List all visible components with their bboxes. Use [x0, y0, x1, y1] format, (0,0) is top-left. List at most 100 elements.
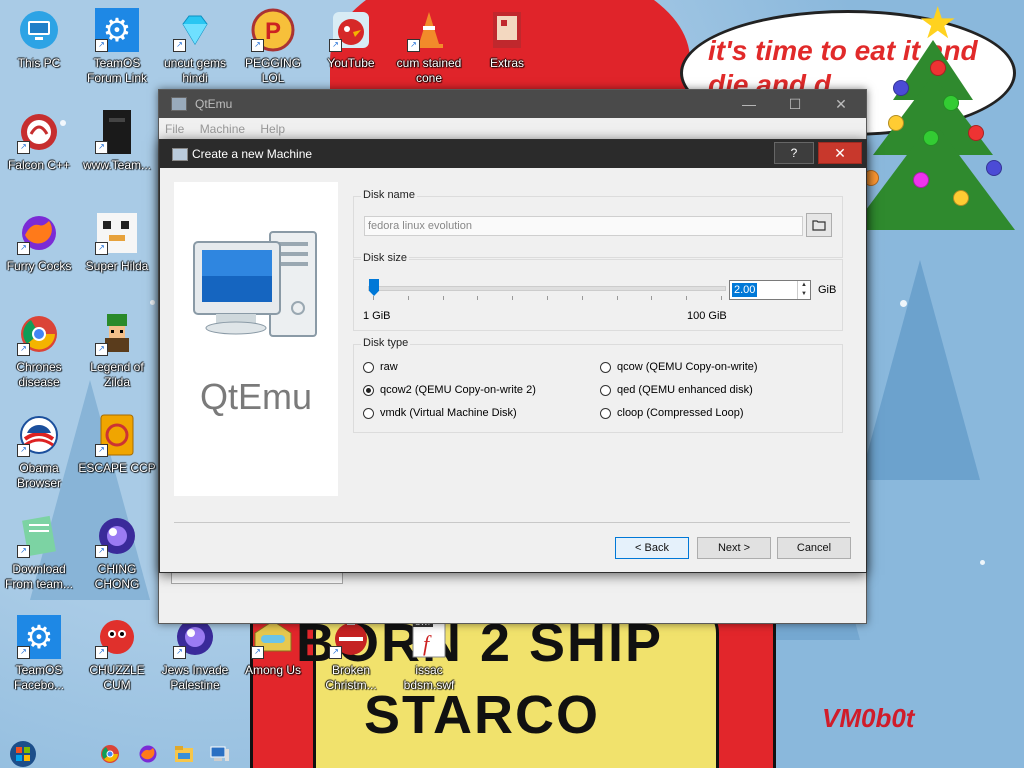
radio-qcow2[interactable]: qcow2 (QEMU Copy-on-write 2)	[363, 384, 536, 396]
chrome-icon: ↗	[17, 312, 61, 356]
desktop-icon-label: issac bdsm.swf	[403, 663, 455, 692]
start-icon	[10, 741, 36, 767]
desktop-icon-label: Falcon C++	[7, 158, 71, 172]
slider-tick	[581, 296, 583, 300]
disk-name-field[interactable]: fedora linux evolution	[364, 216, 803, 236]
disk-size-slider[interactable]	[368, 279, 726, 296]
browse-folder-button[interactable]	[806, 213, 832, 237]
radio-indicator[interactable]	[600, 384, 611, 396]
desktop-icon-download[interactable]: ↗ Download From team...	[0, 514, 78, 592]
signature: VM0b0t	[822, 703, 915, 733]
chevron-down-icon: ▼	[801, 291, 807, 297]
taskbar-chrome[interactable]	[98, 742, 122, 766]
desktop-icon-label: YouTube	[327, 56, 375, 70]
next-button[interactable]: Next >	[697, 537, 771, 559]
desktop-icon-teamos-facebook[interactable]: ⚙ ↗ TeamOS Facebo...	[0, 615, 78, 693]
gear-icon: ⚙ ↗	[17, 615, 61, 659]
desktop-icon-label: CHING CHONG	[94, 562, 140, 591]
qtemu-icon	[210, 746, 229, 761]
radio-indicator[interactable]	[363, 407, 374, 419]
desktop-icon-label: Obama Browser	[16, 461, 61, 490]
disk-size-spinbox[interactable]: 2.00 ▲ ▼	[729, 280, 811, 300]
book-icon: ↗	[95, 110, 139, 154]
desktop-icon-label: This PC	[17, 56, 61, 70]
minimize-icon: —	[742, 96, 756, 112]
start-button[interactable]	[8, 741, 38, 767]
slider-handle[interactable]	[369, 279, 379, 296]
mahjong-icon: ↗	[95, 413, 139, 457]
taskbar-qtemu[interactable]	[208, 742, 232, 766]
close-button[interactable]: ✕	[818, 90, 864, 118]
wallpaper-text-line2: STARCO	[364, 685, 600, 745]
desktop-icon-broken-christmas[interactable]: ↗ Broken Christm...	[312, 615, 390, 693]
radio-indicator[interactable]	[600, 361, 611, 373]
qtemu-icon	[171, 97, 187, 111]
disk-name-label: Disk name	[361, 189, 417, 201]
create-machine-dialog: Create a new Machine ? ✕ QtEmu Disk name…	[159, 139, 867, 573]
desktop-icon-obama-browser[interactable]: ↗ Obama Browser	[0, 413, 78, 491]
desktop-icon-teamos-forum[interactable]: ⚙ ↗ TeamOS Forum Link	[78, 8, 156, 86]
disk-size-group: Disk size 2.00 ▲ ▼ GiB 1 GiB 100 GiB	[353, 252, 843, 331]
maximize-button[interactable]: ☐	[772, 90, 818, 118]
chevron-up-icon: ▲	[801, 282, 807, 288]
obama-logo-icon: ↗	[17, 413, 61, 457]
disk-size-value[interactable]: 2.00	[732, 283, 758, 297]
cancel-button[interactable]: Cancel	[777, 537, 851, 559]
desktop-icon-issac-swf[interactable]: SWFf issac bdsm.swf	[390, 615, 468, 693]
desktop-icon-label: CHUZZLE CUM	[89, 663, 145, 692]
radio-qed[interactable]: qed (QEMU enhanced disk)	[600, 384, 753, 396]
radio-vmdk[interactable]: vmdk (Virtual Machine Disk)	[363, 407, 517, 419]
radio-indicator[interactable]	[363, 384, 374, 396]
desktop-icon-uncut-gems[interactable]: ↗ uncut gems hindi	[156, 8, 234, 86]
desktop-icon-chuzzle[interactable]: ↗ CHUZZLE CUM	[78, 615, 156, 693]
desktop-icon-chrome[interactable]: ↗ Chrones disease	[0, 312, 78, 390]
snowflake	[150, 300, 155, 305]
radio-cloop[interactable]: cloop (Compressed Loop)	[600, 407, 744, 419]
desktop-icon-jews-invade[interactable]: ↗ Jews Invade Palestine	[156, 615, 234, 693]
menu-help[interactable]: Help	[254, 118, 291, 136]
desktop-icon-team-book[interactable]: ↗ www.Team...	[78, 110, 156, 173]
desktop-icon-label: Jews Invade Palestine	[161, 663, 229, 692]
qtemu-icon	[172, 148, 188, 161]
pixel-hero-icon: ↗	[95, 312, 139, 356]
slider-tick	[721, 296, 722, 300]
taskbar	[0, 738, 1024, 768]
taskbar-firefox[interactable]	[136, 742, 160, 766]
firefox-icon	[139, 745, 157, 763]
desktop-icon-escape-ccp[interactable]: ↗ ESCAPE CCP	[78, 413, 156, 476]
file-explorer-icon	[175, 746, 193, 762]
radio-label: qcow (QEMU Copy-on-write)	[617, 361, 758, 373]
desktop-icon-ching-chong[interactable]: ↗ CHING CHONG	[78, 514, 156, 592]
spin-arrows[interactable]: ▲ ▼	[797, 281, 810, 299]
desktop-icon-youtube[interactable]: ↗ YouTube	[312, 8, 390, 71]
menu-file[interactable]: File	[159, 118, 190, 136]
radio-raw[interactable]: raw	[363, 361, 398, 373]
chrome-icon	[101, 745, 119, 763]
desktop-icon-super-hilda[interactable]: ↗ Super Hilda	[78, 211, 156, 274]
desktop-icon-pegging[interactable]: P ↗ PEGGING LOL	[234, 8, 312, 86]
radio-indicator[interactable]	[363, 361, 374, 373]
menu-machine[interactable]: Machine	[194, 118, 251, 136]
desktop-icon-among-us[interactable]: ↗ Among Us	[234, 615, 312, 678]
desktop-icon-extras[interactable]: Extras	[468, 8, 546, 71]
desktop-icon-this-pc[interactable]: This PC	[0, 8, 78, 71]
dialog-titlebar: Create a new Machine ? ✕	[160, 140, 866, 168]
disk-type-group: Disk type raw qcow (QEMU Copy-on-write) …	[353, 337, 843, 433]
desktop-icon-firefox[interactable]: ↗ Furry Cocks	[0, 211, 78, 274]
disk-type-label: Disk type	[361, 337, 411, 349]
close-icon: ✕	[835, 95, 847, 112]
dialog-close-button[interactable]: ✕	[818, 142, 862, 164]
radio-indicator[interactable]	[600, 407, 611, 419]
falcon-icon: ↗	[17, 110, 61, 154]
radio-qcow[interactable]: qcow (QEMU Copy-on-write)	[600, 361, 758, 373]
taskbar-file-explorer[interactable]	[172, 742, 196, 766]
desktop-icon-cone[interactable]: ↗ cum stained cone	[390, 8, 468, 86]
cone-icon: ↗	[407, 8, 451, 52]
desktop-icon-label: PEGGING LOL	[244, 56, 301, 85]
desktop-icon-legend-of-zilda[interactable]: ↗ Legend of Zilda	[78, 312, 156, 390]
back-button[interactable]: < Back	[615, 537, 689, 559]
pixel-cat-icon: ↗	[95, 211, 139, 255]
minimize-button[interactable]: —	[726, 90, 772, 118]
help-button[interactable]: ?	[774, 142, 814, 164]
desktop-icon-falcon[interactable]: ↗ Falcon C++	[0, 110, 78, 173]
